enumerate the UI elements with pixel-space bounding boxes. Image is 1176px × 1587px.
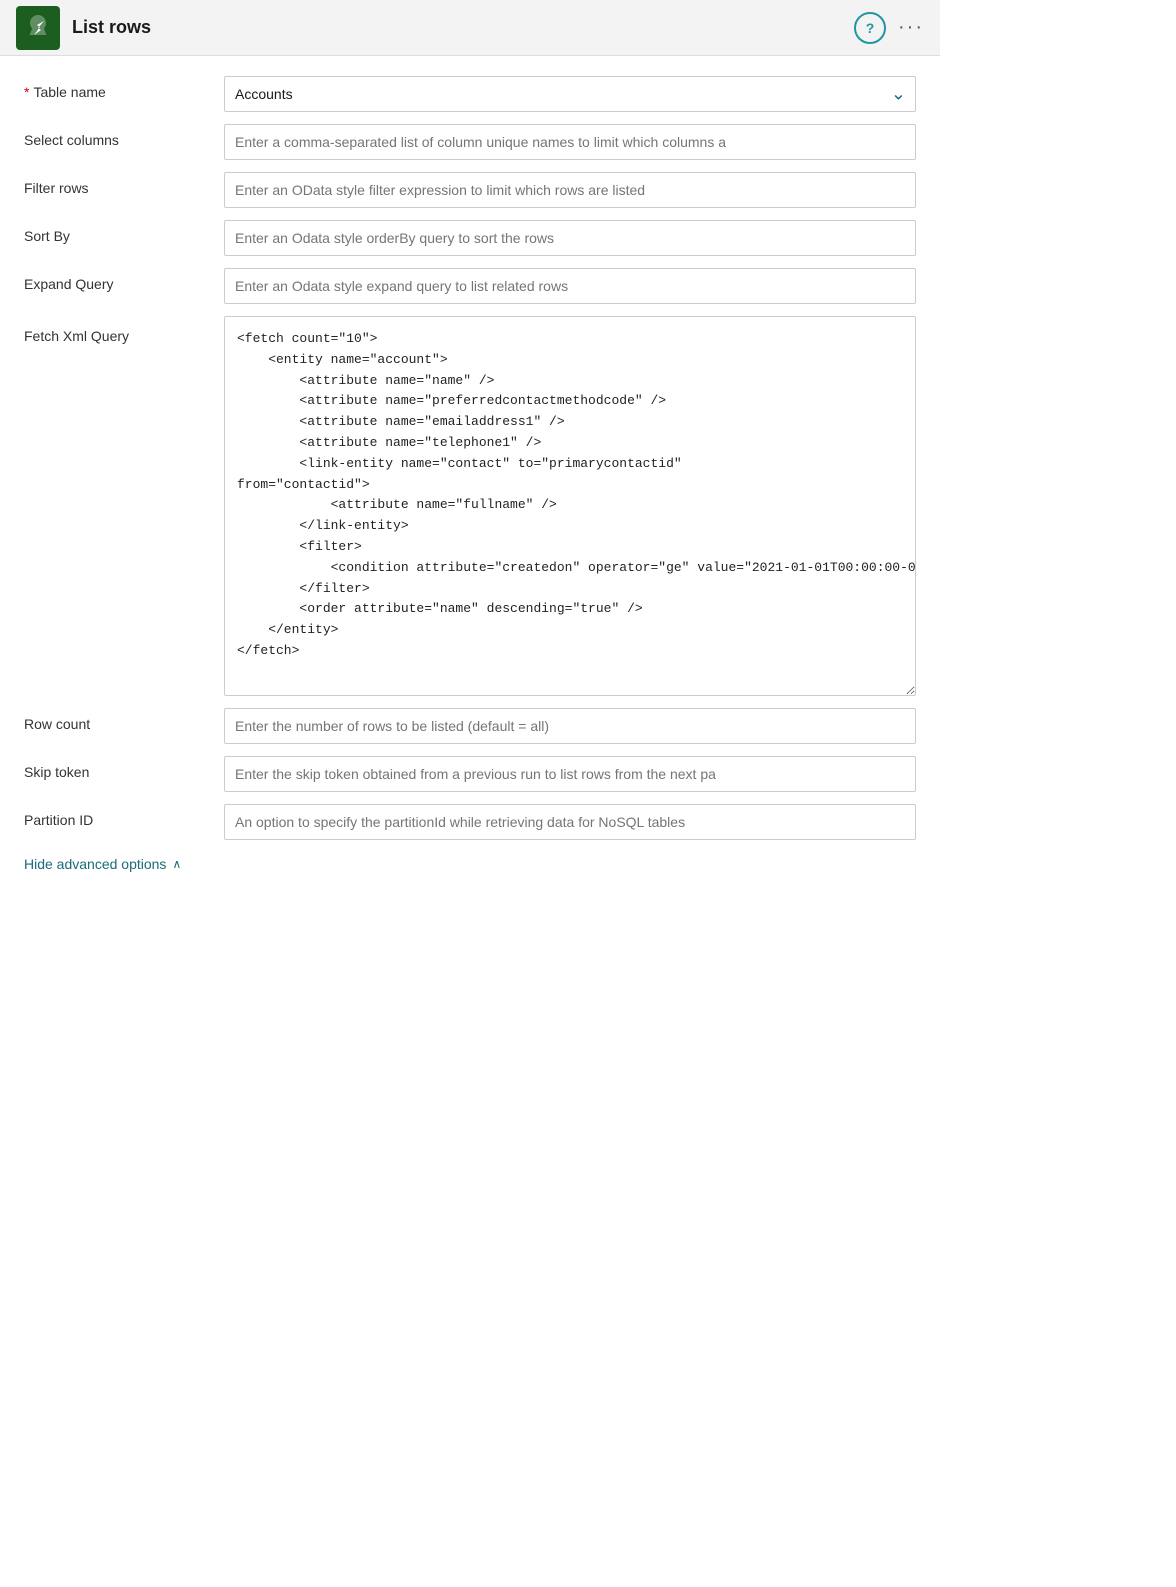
header-actions: ? ··· [854, 12, 924, 44]
select-columns-input[interactable] [224, 124, 916, 160]
logo-icon [24, 11, 52, 45]
hide-advanced-button[interactable]: Hide advanced options ∧ [24, 856, 181, 872]
skip-token-input[interactable] [224, 756, 916, 792]
page-title: List rows [72, 17, 151, 38]
table-name-dropdown-wrapper: Accounts ⌄ [224, 76, 916, 112]
header-left: List rows [16, 6, 151, 50]
table-name-dropdown[interactable]: Accounts [224, 76, 916, 112]
skip-token-label: Skip token [24, 756, 224, 780]
help-button[interactable]: ? [854, 12, 886, 44]
more-options-button[interactable]: ··· [898, 16, 924, 39]
row-count-label: Row count [24, 708, 224, 732]
header: List rows ? ··· [0, 0, 940, 56]
expand-query-label: Expand Query [24, 268, 224, 292]
fetch-xml-input[interactable]: <fetch count="10"> <entity name="account… [224, 316, 916, 696]
sort-by-row: Sort By [24, 220, 916, 256]
select-columns-row: Select columns [24, 124, 916, 160]
expand-query-input[interactable] [224, 268, 916, 304]
required-indicator: * [24, 84, 29, 100]
expand-query-row: Expand Query [24, 268, 916, 304]
sort-by-input[interactable] [224, 220, 916, 256]
partition-id-row: Partition ID [24, 804, 916, 840]
fetch-xml-label: Fetch Xml Query [24, 316, 224, 344]
partition-id-label: Partition ID [24, 804, 224, 828]
logo-box [16, 6, 60, 50]
row-count-input[interactable] [224, 708, 916, 744]
partition-id-input[interactable] [224, 804, 916, 840]
filter-rows-label: Filter rows [24, 172, 224, 196]
fetch-xml-row: Fetch Xml Query <fetch count="10"> <enti… [24, 316, 916, 696]
sort-by-label: Sort By [24, 220, 224, 244]
form-content: *Table name Accounts ⌄ Select columns Fi… [0, 56, 940, 892]
hide-advanced-label: Hide advanced options [24, 856, 166, 872]
filter-rows-input[interactable] [224, 172, 916, 208]
skip-token-row: Skip token [24, 756, 916, 792]
table-name-row: *Table name Accounts ⌄ [24, 76, 916, 112]
table-name-label: *Table name [24, 76, 224, 100]
select-columns-label: Select columns [24, 124, 224, 148]
chevron-up-icon: ∧ [172, 857, 181, 871]
row-count-row: Row count [24, 708, 916, 744]
filter-rows-row: Filter rows [24, 172, 916, 208]
